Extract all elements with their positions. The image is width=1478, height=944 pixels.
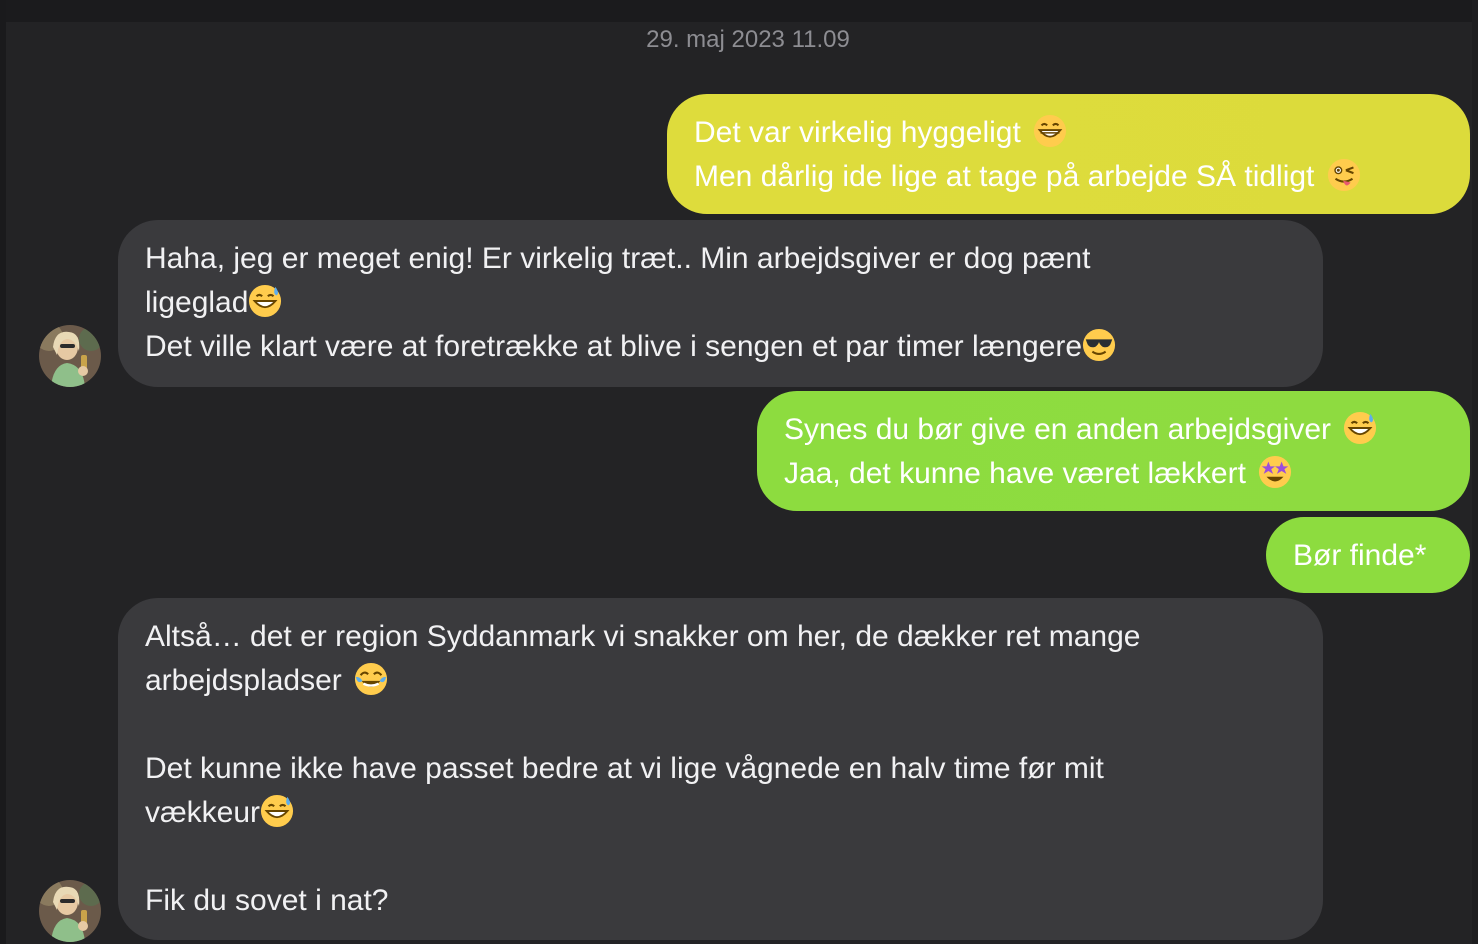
message-line: Synes du bør give en anden arbejdsgiver	[784, 408, 1442, 452]
message-line: Jaa, det kunne have været lækkert	[784, 452, 1442, 496]
message-line: Men dårlig ide lige at tage på arbejde S…	[694, 155, 1442, 199]
message-line	[145, 835, 1295, 879]
avatar-photo	[39, 325, 101, 387]
tears-of-joy-face-icon	[355, 662, 388, 696]
message-line: arbejdspladser	[145, 659, 1295, 703]
message-line: Bør finde*	[1293, 539, 1427, 572]
avatar-photo	[39, 880, 101, 942]
top-bar	[0, 0, 1478, 22]
message-line: vækkeur	[145, 791, 1295, 835]
grinning-sweat-face-icon	[260, 794, 294, 828]
contact-avatar[interactable]	[39, 325, 101, 387]
incoming-message-bubble[interactable]: Haha, jeg er meget enig! Er virkelig træ…	[118, 220, 1323, 387]
winking-tongue-face-icon	[1327, 158, 1360, 192]
incoming-message-bubble[interactable]: Altså… det er region Syddanmark vi snakk…	[118, 598, 1323, 940]
message-line: Det var virkelig hyggeligt	[694, 111, 1442, 155]
grinning-sweat-face-icon	[1344, 411, 1377, 445]
outgoing-message-bubble[interactable]: Det var virkelig hyggeligt Men dårlig id…	[667, 94, 1470, 214]
contact-avatar[interactable]	[39, 880, 101, 942]
message-line: Fik du sovet i nat?	[145, 884, 389, 917]
message-line: Det kunne ikke have passet bedre at vi l…	[145, 752, 1104, 785]
chat-window: 29. maj 2023 11.09 Det var virkelig hygg…	[0, 0, 1478, 944]
grinning-sweat-face-icon	[249, 284, 282, 318]
right-divider	[1472, 0, 1478, 944]
outgoing-message-bubble[interactable]: Bør finde*	[1266, 517, 1470, 593]
star-struck-face-icon	[1259, 455, 1292, 489]
message-timestamp: 29. maj 2023 11.09	[646, 26, 850, 53]
outgoing-message-bubble[interactable]: Synes du bør give en anden arbejdsgiver …	[757, 391, 1470, 511]
left-divider	[0, 0, 6, 944]
message-line: ligeglad	[145, 281, 1295, 325]
message-line	[145, 703, 1295, 747]
grinning-face-icon	[1034, 114, 1067, 148]
message-line: Haha, jeg er meget enig! Er virkelig træ…	[145, 242, 1091, 275]
message-line: Altså… det er region Syddanmark vi snakk…	[145, 620, 1141, 653]
sunglasses-face-icon	[1083, 328, 1116, 362]
message-line: Det ville klart være at foretrække at bl…	[145, 325, 1295, 369]
